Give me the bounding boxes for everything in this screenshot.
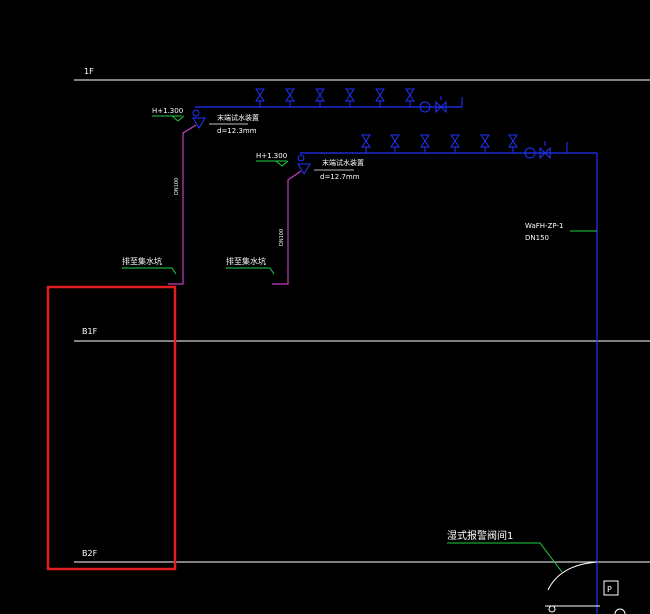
upper-valve-dim: d=12.3mm	[217, 127, 257, 135]
lower-drain-note: 排至集水坑	[226, 256, 266, 266]
pressure-tag-letter: P	[607, 585, 612, 594]
lower-valve-label: 末端试水装置	[322, 158, 364, 167]
alarm-valve-label: 湿式报警阀间1	[447, 529, 513, 542]
riser-size: DN150	[525, 234, 549, 242]
cad-drawing-canvas[interactable]: 1F B1F B2F 末端试水装置 d=12.3mm H+1.300 DN100…	[0, 0, 650, 614]
drawing-background	[0, 0, 650, 614]
upper-drain-size: DN100	[174, 178, 180, 195]
floor-label-b1f: B1F	[82, 327, 98, 336]
upper-drain-note: 排至集水坑	[122, 256, 162, 266]
floor-label-1f: 1F	[84, 67, 94, 76]
upper-valve-label: 末端试水装置	[217, 113, 259, 122]
riser-id: WaFH-ZP-1	[525, 222, 563, 230]
floor-label-b2f: B2F	[82, 549, 98, 558]
lower-drain-size: DN100	[279, 229, 285, 246]
lower-valve-dim: d=12.7mm	[320, 173, 360, 181]
upper-elevation-label: H+1.300	[152, 107, 183, 115]
lower-elevation-label: H+1.300	[256, 152, 287, 160]
